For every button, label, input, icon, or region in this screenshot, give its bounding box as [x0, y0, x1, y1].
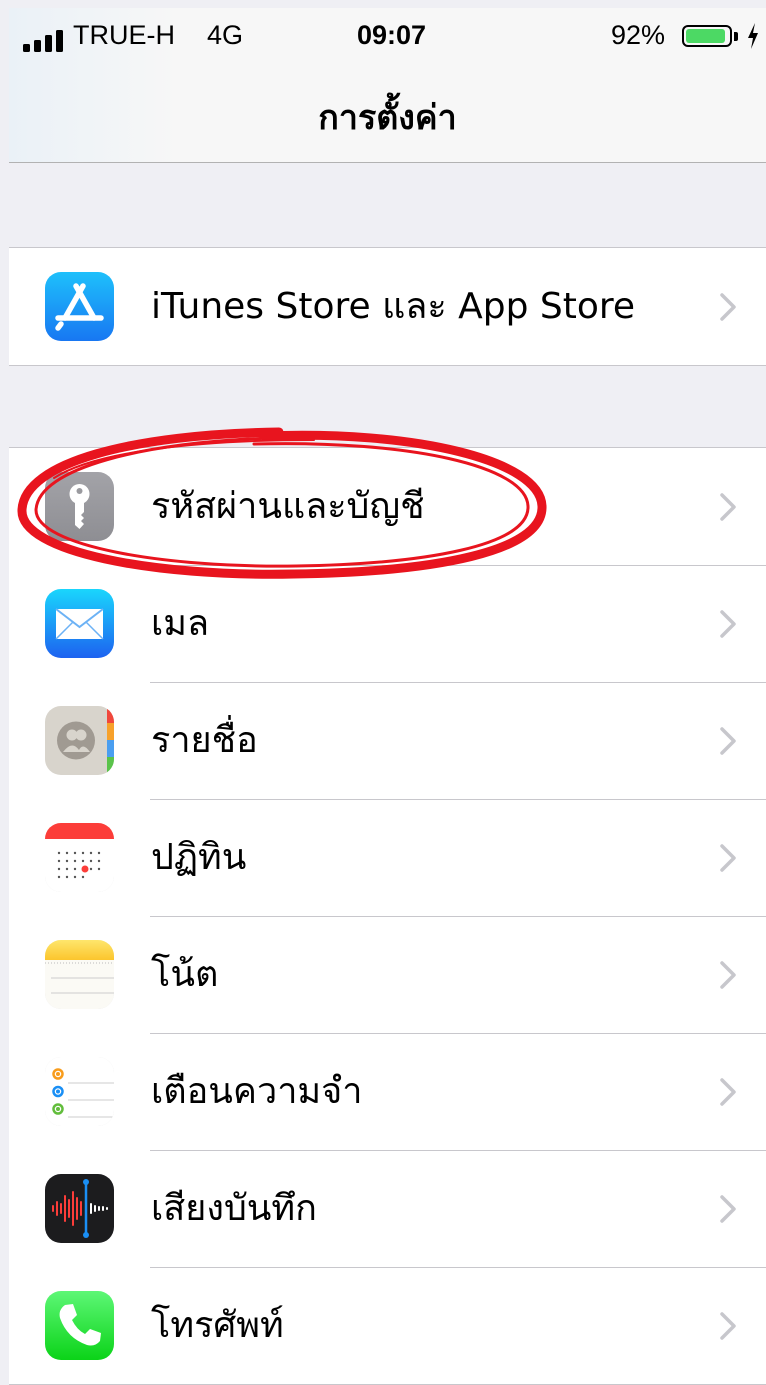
mail-icon	[45, 589, 114, 658]
contacts-icon	[45, 706, 114, 775]
chevron-right-icon	[720, 727, 736, 755]
chevron-right-icon	[720, 493, 736, 521]
calendar-icon	[45, 823, 114, 892]
chevron-right-icon	[720, 1312, 736, 1340]
battery-cap	[734, 32, 738, 41]
reminders-icon	[45, 1057, 114, 1126]
settings-row-phone[interactable]: โทรศัพท์	[9, 1267, 766, 1384]
settings-group-apps: รหัสผ่านและบัญชี เมล รายชื่อ ปฏิทิน โน้ต…	[9, 447, 766, 1385]
settings-row-passwords-accounts[interactable]: รหัสผ่านและบัญชี	[9, 448, 766, 565]
settings-row-mail[interactable]: เมล	[9, 565, 766, 682]
signal-strength-icon	[23, 30, 73, 52]
settings-row-label: ปฏิทิน	[151, 837, 247, 878]
phone-icon	[45, 1291, 114, 1360]
charging-bolt-icon	[748, 23, 758, 49]
carrier-name: TRUE-H	[73, 20, 175, 50]
settings-row-itunes-app-store[interactable]: iTunes Store และ App Store	[9, 248, 766, 365]
chevron-right-icon	[720, 961, 736, 989]
settings-row-label: เสียงบันทึก	[151, 1188, 317, 1229]
settings-row-label: โทรศัพท์	[151, 1305, 284, 1346]
settings-row-label: เตือนความจำ	[151, 1071, 363, 1112]
settings-group-stores: iTunes Store และ App Store	[9, 247, 766, 366]
settings-row-label: รายชื่อ	[151, 720, 258, 761]
battery-icon	[682, 25, 732, 47]
settings-row-contacts[interactable]: รายชื่อ	[9, 682, 766, 799]
voice-memos-icon	[45, 1174, 114, 1243]
app-store-icon	[45, 272, 114, 341]
chevron-right-icon	[720, 1078, 736, 1106]
status-time: 09:07	[357, 20, 427, 50]
settings-screen: TRUE-H 4G 09:07 92% การตั้งค่า iTunes St…	[0, 0, 766, 1385]
navigation-bar: TRUE-H 4G 09:07 92% การตั้งค่า	[9, 8, 766, 163]
chevron-right-icon	[720, 610, 736, 638]
settings-row-calendar[interactable]: ปฏิทิน	[9, 799, 766, 916]
page-title: การตั้งค่า	[318, 98, 457, 138]
chevron-right-icon	[720, 293, 736, 321]
battery-level-fill	[686, 29, 725, 43]
settings-row-label: โน้ต	[151, 954, 219, 995]
network-type: 4G	[207, 20, 244, 50]
key-icon	[45, 472, 114, 541]
chevron-right-icon	[720, 844, 736, 872]
notes-icon	[45, 940, 114, 1009]
settings-row-label: iTunes Store และ App Store	[151, 286, 636, 327]
settings-row-reminders[interactable]: เตือนความจำ	[9, 1033, 766, 1150]
chevron-right-icon	[720, 1195, 736, 1223]
settings-row-label: รหัสผ่านและบัญชี	[151, 486, 425, 527]
settings-row-voice-memos[interactable]: เสียงบันทึก	[9, 1150, 766, 1267]
status-bar: TRUE-H 4G 09:07 92%	[9, 8, 766, 58]
settings-row-label: เมล	[151, 603, 210, 644]
settings-row-notes[interactable]: โน้ต	[9, 916, 766, 1033]
battery-percentage: 92%	[611, 20, 666, 50]
